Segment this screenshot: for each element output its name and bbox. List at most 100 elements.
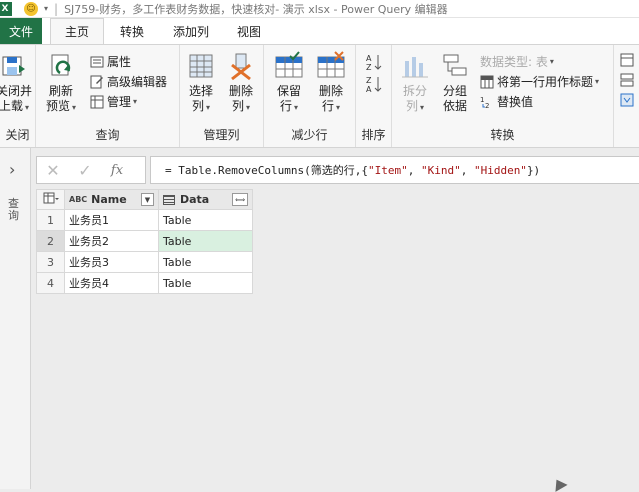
data-type-label: 数据类型: 表 bbox=[480, 55, 548, 69]
formula-comma-1: , bbox=[407, 163, 421, 177]
sort-ascending-button[interactable]: AZ bbox=[366, 53, 385, 71]
replace-values-button[interactable]: 12 替换值 bbox=[480, 93, 533, 110]
group-label-query: 查询 bbox=[95, 128, 120, 142]
split-column-button[interactable]: 拆分 列 ▾ bbox=[400, 51, 430, 115]
choose-columns-button[interactable]: 选择 列 ▾ bbox=[186, 51, 216, 115]
column-header-name[interactable]: ABC Name ▼ bbox=[64, 189, 159, 210]
group-label-reduce-rows: 减少行 bbox=[291, 128, 328, 142]
close-and-load-button[interactable]: 关闭并 上载 ▾ bbox=[0, 51, 32, 115]
group-by-icon bbox=[443, 54, 467, 76]
quick-access-dropdown-icon[interactable]: ▾ bbox=[44, 4, 48, 13]
choose-columns-icon bbox=[189, 54, 213, 78]
sort-ascending-icon: AZ bbox=[366, 54, 382, 71]
split-column-label-1: 拆分 bbox=[402, 84, 427, 98]
cell-name[interactable]: 业务员3 bbox=[64, 251, 159, 273]
replace-values-icon: 12 bbox=[480, 96, 489, 109]
cell-name[interactable]: 业务员4 bbox=[64, 272, 159, 294]
use-first-row-as-headers-button[interactable]: 将第一行用作标题 ▾ bbox=[480, 73, 599, 90]
combine-files-icon[interactable] bbox=[620, 93, 634, 107]
keep-rows-label-1: 保留 bbox=[276, 84, 301, 98]
first-row-header-label: 将第一行用作标题 bbox=[497, 75, 594, 89]
formula-bar-buttons: ✕ ✓ fx bbox=[36, 156, 146, 184]
cell-name[interactable]: 业务员2 bbox=[64, 230, 159, 252]
data-type-dropdown[interactable]: 数据类型: 表 ▾ bbox=[480, 53, 554, 70]
choose-columns-label-2: 列 ▾ bbox=[191, 99, 211, 113]
tab-view[interactable]: 视图 bbox=[222, 18, 276, 44]
advanced-editor-icon bbox=[90, 75, 103, 88]
refresh-preview-button[interactable]: 刷新 预览 ▾ bbox=[46, 51, 76, 115]
refresh-icon bbox=[51, 54, 71, 76]
table-row[interactable]: 3 业务员3 Table bbox=[36, 251, 253, 273]
row-number[interactable]: 1 bbox=[36, 209, 65, 231]
cell-data[interactable]: Table bbox=[158, 230, 253, 252]
replace-values-label: 替换值 bbox=[497, 95, 534, 109]
tab-transform[interactable]: 转换 bbox=[104, 18, 160, 44]
remove-columns-icon bbox=[231, 53, 251, 81]
table-row[interactable]: 4 业务员4 Table bbox=[36, 272, 253, 294]
remove-rows-icon bbox=[317, 51, 345, 78]
expand-column-icon[interactable]: ⟺ bbox=[232, 193, 248, 206]
queries-pane-collapsed[interactable]: › 查询 bbox=[0, 148, 31, 489]
row-number[interactable]: 4 bbox=[36, 272, 65, 294]
formula-prefix: = Table.RemoveColumns(筛选的行,{ bbox=[165, 164, 368, 177]
smiley-icon[interactable]: ☺ bbox=[24, 1, 38, 16]
sort-descending-button[interactable]: ZA bbox=[366, 75, 385, 93]
remove-rows-button[interactable]: 删除 行 ▾ bbox=[316, 51, 346, 115]
remove-columns-button[interactable]: 删除 列 ▾ bbox=[226, 51, 256, 115]
manage-icon bbox=[90, 95, 104, 108]
ribbon-tabs: 文件 主页 转换 添加列 视图 bbox=[0, 18, 639, 44]
tab-add-column[interactable]: 添加列 bbox=[160, 18, 222, 44]
group-label-close: 关闭 bbox=[5, 128, 30, 142]
remove-rows-label-1: 删除 bbox=[318, 84, 343, 98]
save-close-icon bbox=[2, 56, 25, 76]
row-number[interactable]: 2 bbox=[36, 230, 65, 252]
advanced-editor-button[interactable]: 高级编辑器 bbox=[90, 73, 167, 90]
formula-input[interactable]: = Table.RemoveColumns(筛选的行,{ "Item" , "K… bbox=[150, 156, 639, 184]
cancel-icon[interactable]: ✕ bbox=[37, 161, 69, 180]
expand-chevron-icon[interactable]: › bbox=[9, 160, 15, 179]
ribbon: 关闭并 上载 ▾ 关闭 刷新 预览 ▾ 属性 高级编辑器 管理 ▾ 查询 选择 … bbox=[0, 44, 639, 148]
group-by-button[interactable]: 分组 依据 bbox=[440, 51, 470, 114]
first-row-header-icon bbox=[480, 75, 494, 88]
column-data-label: Data bbox=[180, 193, 210, 206]
column-name-label: Name bbox=[91, 193, 127, 206]
cell-name[interactable]: 业务员1 bbox=[64, 209, 159, 231]
group-transform: 拆分 列 ▾ 分组 依据 数据类型: 表 ▾ 将第一行用作标题 ▾ 12 替换值 转换 bbox=[392, 45, 614, 147]
column-header-data[interactable]: Data ⟺ bbox=[158, 189, 253, 210]
keep-rows-button[interactable]: 保留 行 ▾ bbox=[274, 51, 304, 115]
text-type-icon[interactable]: ABC bbox=[69, 195, 87, 204]
advanced-editor-label: 高级编辑器 bbox=[107, 75, 168, 89]
tab-home[interactable]: 主页 bbox=[50, 18, 104, 44]
refresh-label-2: 预览 ▾ bbox=[46, 99, 77, 113]
merge-queries-icon[interactable] bbox=[620, 53, 634, 67]
append-queries-icon[interactable] bbox=[620, 73, 634, 87]
properties-button[interactable]: 属性 bbox=[90, 53, 131, 70]
remove-columns-label-2: 列 ▾ bbox=[231, 99, 251, 113]
filter-dropdown-icon[interactable]: ▼ bbox=[141, 193, 154, 206]
window-title: SJ759-财务，多工作表财务数据，快速核对- 演示 xlsx - Power … bbox=[64, 2, 448, 16]
split-column-icon bbox=[402, 57, 428, 78]
group-label-manage-columns: 管理列 bbox=[203, 128, 240, 142]
cell-data[interactable]: Table bbox=[158, 251, 253, 273]
check-icon[interactable]: ✓ bbox=[69, 161, 101, 180]
table-menu-button[interactable] bbox=[36, 189, 65, 210]
svg-text:A: A bbox=[366, 54, 372, 63]
svg-text:Z: Z bbox=[366, 63, 372, 71]
table-row[interactable]: 2 业务员2 Table bbox=[36, 230, 253, 252]
table-type-icon[interactable] bbox=[163, 194, 175, 205]
tab-file[interactable]: 文件 bbox=[0, 18, 42, 44]
group-close: 关闭并 上载 ▾ 关闭 bbox=[0, 45, 36, 147]
cell-data[interactable]: Table bbox=[158, 209, 253, 231]
refresh-label-1: 刷新 bbox=[49, 84, 74, 98]
table-row[interactable]: 1 业务员1 Table bbox=[36, 209, 253, 231]
formula-string-kind: "Kind" bbox=[420, 163, 461, 177]
keep-rows-icon bbox=[275, 51, 303, 78]
formula-string-hidden: "Hidden" bbox=[473, 163, 527, 177]
group-query: 刷新 预览 ▾ 属性 高级编辑器 管理 ▾ 查询 bbox=[36, 45, 180, 147]
row-number[interactable]: 3 bbox=[36, 251, 65, 273]
manage-button[interactable]: 管理 ▾ bbox=[90, 93, 137, 110]
cell-data[interactable]: Table bbox=[158, 272, 253, 294]
queries-pane-label: 查询 bbox=[8, 197, 19, 222]
close-and-load-label-2: 上载 ▾ bbox=[0, 99, 30, 113]
fx-icon[interactable]: fx bbox=[101, 163, 133, 178]
